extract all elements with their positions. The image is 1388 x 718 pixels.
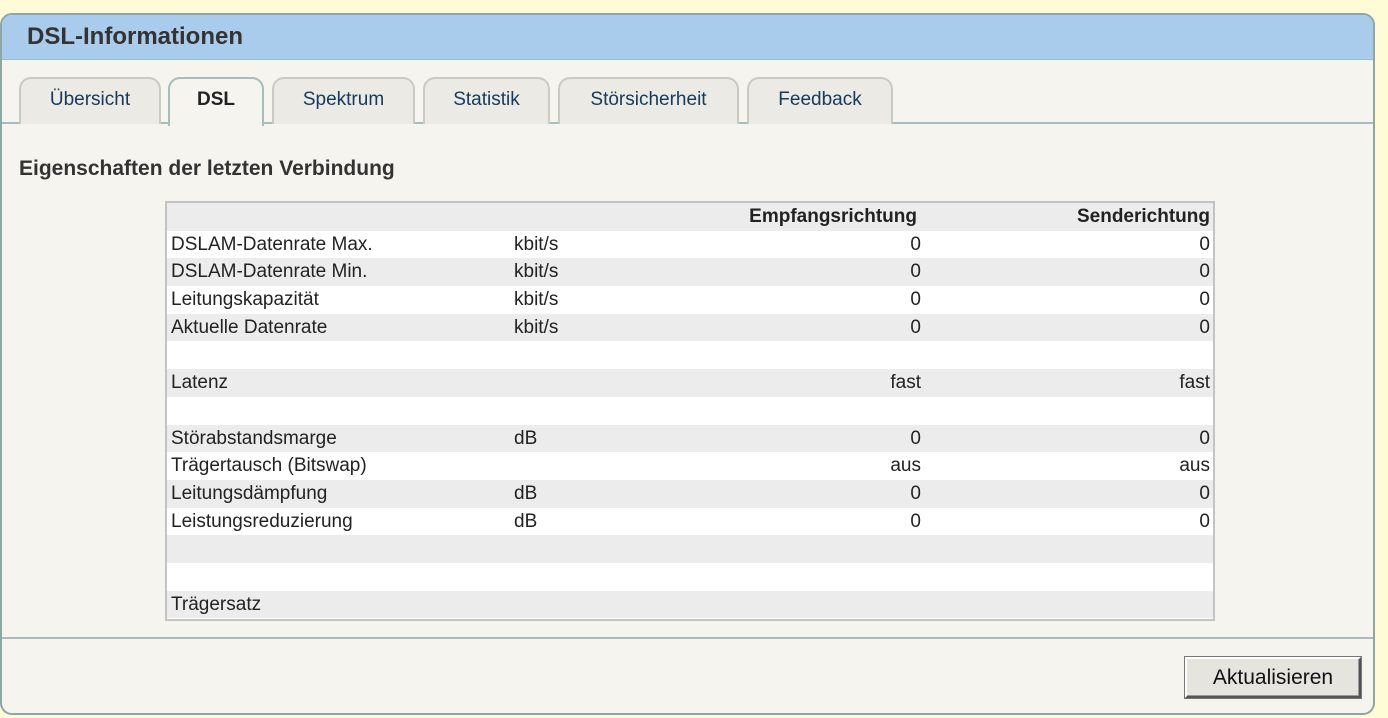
tab-stoersicherheit[interactable]: Störsicherheit xyxy=(558,77,739,124)
row-label: Aktuelle Datenrate xyxy=(171,316,328,338)
row-tx-value: 0 xyxy=(1199,289,1210,311)
row-tx-value: fast xyxy=(1179,372,1210,394)
table-row xyxy=(167,535,1213,563)
title-bar: DSL-Informationen xyxy=(2,15,1373,60)
row-rx-value: 0 xyxy=(910,510,921,532)
table-header-row: Empfangsrichtung Senderichtung xyxy=(167,203,1213,231)
tab-uebersicht[interactable]: Übersicht xyxy=(19,77,161,124)
section-title: Eigenschaften der letzten Verbindung xyxy=(19,157,395,180)
table-row: DSLAM-Datenrate Max. kbit/s 0 0 xyxy=(167,231,1213,259)
row-rx-value: 0 xyxy=(910,261,921,283)
page-title: DSL-Informationen xyxy=(27,23,243,50)
table-row: DSLAM-Datenrate Min. kbit/s 0 0 xyxy=(167,258,1213,287)
row-tx-value: 0 xyxy=(1199,510,1210,532)
row-tx-value: 0 xyxy=(1199,261,1210,283)
table-row: Trägersatz xyxy=(167,590,1213,619)
table-row xyxy=(167,397,1213,425)
table-row: Leistungsreduzierung dB 0 0 xyxy=(167,508,1213,536)
table-row: Störabstandsmarge dB 0 0 xyxy=(167,424,1213,453)
row-unit: dB xyxy=(514,510,538,532)
row-unit: kbit/s xyxy=(514,233,559,255)
tab-spektrum[interactable]: Spektrum xyxy=(272,77,415,124)
row-tx-value: 0 xyxy=(1199,482,1210,504)
row-rx-value: 0 xyxy=(910,316,921,338)
row-rx-value: 0 xyxy=(910,233,921,255)
tab-feedback[interactable]: Feedback xyxy=(747,77,893,124)
table-row: Leitungsdämpfung dB 0 0 xyxy=(167,479,1213,508)
row-rx-value: 0 xyxy=(910,482,921,504)
row-rx-value: 0 xyxy=(910,427,921,449)
row-rx-value: 0 xyxy=(910,289,921,311)
footer-divider xyxy=(2,637,1373,639)
table-row: Leitungskapazität kbit/s 0 0 xyxy=(167,286,1213,314)
row-label: Störabstandsmarge xyxy=(171,427,337,449)
row-label: Trägertausch (Bitswap) xyxy=(171,455,367,477)
row-rx-value: fast xyxy=(890,372,921,394)
row-label: DSLAM-Datenrate Min. xyxy=(171,261,368,283)
row-tx-value: 0 xyxy=(1199,427,1210,449)
row-rx-value: aus xyxy=(890,455,921,477)
row-label: Trägersatz xyxy=(171,593,262,615)
row-unit: kbit/s xyxy=(514,261,559,283)
row-label: Leitungskapazität xyxy=(171,289,319,311)
tab-statistik[interactable]: Statistik xyxy=(423,77,550,124)
table-row: Latenz fast fast xyxy=(167,369,1213,397)
header-empfangsrichtung: Empfangsrichtung xyxy=(749,206,917,227)
row-unit: kbit/s xyxy=(514,316,559,338)
tab-dsl[interactable]: DSL xyxy=(168,77,264,126)
refresh-button[interactable]: Aktualisieren xyxy=(1185,657,1361,698)
table-row: Aktuelle Datenrate kbit/s 0 0 xyxy=(167,313,1213,342)
tab-bar: Übersicht DSL Spektrum Statistik Störsic… xyxy=(2,60,1373,126)
table-row xyxy=(167,341,1213,369)
row-unit: dB xyxy=(514,482,538,504)
table-row xyxy=(167,563,1213,591)
row-unit: kbit/s xyxy=(514,289,559,311)
header-senderichtung: Senderichtung xyxy=(1076,206,1210,227)
table-row: Trägertausch (Bitswap) aus aus xyxy=(167,452,1213,480)
row-label: Latenz xyxy=(171,372,229,394)
dsl-info-panel: DSL-Informationen Übersicht DSL Spektrum… xyxy=(0,13,1375,715)
row-unit: dB xyxy=(514,427,538,449)
row-label: Leitungsdämpfung xyxy=(171,482,328,504)
row-tx-value: 0 xyxy=(1199,233,1210,255)
row-label: Leistungsreduzierung xyxy=(171,510,353,532)
row-label: DSLAM-Datenrate Max. xyxy=(171,233,373,255)
row-tx-value: aus xyxy=(1179,455,1210,477)
dsl-properties-table: Empfangsrichtung Senderichtung DSLAM-Dat… xyxy=(165,201,1215,621)
row-tx-value: 0 xyxy=(1199,316,1210,338)
